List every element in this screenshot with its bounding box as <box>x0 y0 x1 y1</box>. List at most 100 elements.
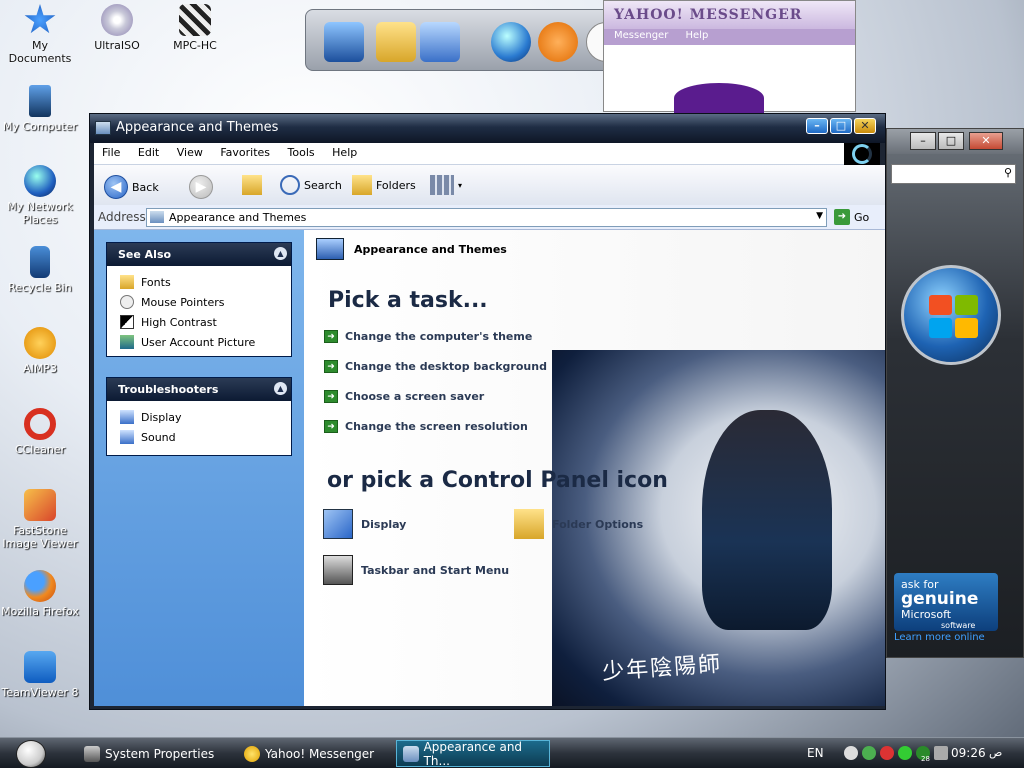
desktop-icon-firefox[interactable]: Mozilla Firefox <box>0 570 80 618</box>
up-folder-button[interactable] <box>242 175 266 195</box>
desktop-icon-label: UltraISO <box>94 39 140 52</box>
taskbar: System Properties Yahoo! Messenger Appea… <box>0 737 1024 768</box>
search-button[interactable]: Search <box>280 175 342 195</box>
see-also-item-label: Fonts <box>141 275 171 289</box>
language-indicator[interactable]: EN <box>807 746 824 760</box>
desktop-icon-my-computer[interactable]: My Computer <box>0 85 80 133</box>
update-tray-icon[interactable] <box>898 746 912 760</box>
learn-more-link[interactable]: Learn more online <box>894 632 985 643</box>
shield-tray-icon[interactable] <box>880 746 894 760</box>
genuine-microsoft-badge[interactable]: ask for genuine Microsoft software <box>894 573 998 631</box>
cp-icon-folder-options[interactable]: Folder Options <box>514 509 643 539</box>
desktop-icon-recycle-bin[interactable]: Recycle Bin <box>0 246 80 294</box>
window-titlebar[interactable]: Appearance and Themes – □ ✕ <box>90 114 885 143</box>
anime-figure-image <box>702 410 832 630</box>
menu-view[interactable]: View <box>177 146 203 159</box>
desktop-icon-label: Mozilla Firefox <box>1 605 79 618</box>
teamviewer-icon <box>24 651 56 683</box>
desktop-icon-label: FastStone Image Viewer <box>2 524 78 550</box>
address-bar: Address Appearance and Themes ▼ ➜ Go <box>94 205 885 230</box>
desktop-icon-faststone[interactable]: FastStone Image Viewer <box>0 489 80 550</box>
cp-icon-label: Folder Options <box>552 517 644 531</box>
minimize-button[interactable]: – <box>806 118 828 134</box>
monitor-icon[interactable] <box>324 22 364 62</box>
menu-help[interactable]: Help <box>332 146 357 159</box>
genuine-line3: Microsoft <box>901 608 952 621</box>
see-also-item-label: High Contrast <box>141 315 217 329</box>
folders-button[interactable]: Folders <box>352 175 416 195</box>
desktop-icon-my-documents[interactable]: My Documents <box>0 4 80 65</box>
close-button[interactable]: ✕ <box>969 132 1003 150</box>
yahoo-title: YAHOO! MESSENGER <box>604 1 855 29</box>
taskbar-yahoo-messenger[interactable]: Yahoo! Messenger <box>238 740 388 767</box>
menu-favorites[interactable]: Favorites <box>220 146 270 159</box>
go-label: Go <box>854 210 870 224</box>
yahoo-messenger-window[interactable]: YAHOO! MESSENGER Messenger Help <box>603 0 856 113</box>
faststone-icon <box>24 489 56 521</box>
start-button[interactable] <box>16 740 46 768</box>
back-button[interactable]: ◀ Back <box>104 175 159 199</box>
background-window[interactable]: – □ ✕ ⚲ ask for genuine Microsoft softwa… <box>886 128 1024 658</box>
high-contrast-icon <box>120 315 134 329</box>
troubleshooters-title: Troubleshooters <box>118 383 219 396</box>
menu-tools[interactable]: Tools <box>288 146 315 159</box>
taskbar-item-label: System Properties <box>105 746 215 761</box>
forward-button[interactable]: ▶ <box>189 175 217 199</box>
task-screen-resolution[interactable]: ➜ Change the screen resolution <box>324 420 528 433</box>
collapse-icon[interactable]: ▲ <box>274 247 287 260</box>
desktop-icon-label: MPC-HC <box>173 39 217 52</box>
clock[interactable]: 09:26 <box>951 746 986 760</box>
task-change-theme[interactable]: ➜ Change the computer's theme <box>324 330 532 343</box>
search-input[interactable]: ⚲ <box>891 164 1016 184</box>
desktop-icon-teamviewer[interactable]: TeamViewer 8 <box>0 651 80 699</box>
globe-icon[interactable] <box>491 22 531 62</box>
go-button[interactable]: ➜ Go <box>834 209 869 225</box>
desktop-icon-network[interactable]: My Network Places <box>0 165 80 226</box>
see-also-fonts[interactable]: Fonts <box>107 272 291 292</box>
see-also-user-picture[interactable]: User Account Picture <box>107 332 291 352</box>
arrow-right-icon: ➜ <box>324 330 338 343</box>
collapse-icon[interactable]: ▲ <box>274 382 287 395</box>
address-value: Appearance and Themes <box>169 211 307 224</box>
mouse-icon <box>120 295 134 309</box>
taskbar-appearance-themes[interactable]: Appearance and Th... <box>396 740 550 768</box>
desktop-icon-label: AIMP3 <box>23 362 57 375</box>
desktop-icon-ultraiso[interactable]: UltraISO <box>77 4 157 52</box>
close-button[interactable]: ✕ <box>854 118 876 134</box>
maximize-button[interactable]: □ <box>938 132 964 150</box>
see-also-mouse-pointers[interactable]: Mouse Pointers <box>107 292 291 312</box>
control-panel-icon[interactable] <box>420 22 460 62</box>
troubleshooter-display[interactable]: Display <box>107 407 291 427</box>
views-button[interactable]: ▾ <box>430 175 462 195</box>
volume-tray-icon[interactable] <box>934 746 948 760</box>
windows-logo-icon <box>901 265 1001 365</box>
appearance-themes-window[interactable]: Appearance and Themes – □ ✕ File Edit Vi… <box>89 113 886 710</box>
media-player-icon[interactable] <box>538 22 578 62</box>
task-label: Change the screen resolution <box>345 420 528 433</box>
task-screen-saver[interactable]: ➜ Choose a screen saver <box>324 390 484 403</box>
chevron-down-icon[interactable]: ▼ <box>816 211 823 221</box>
cp-icon-taskbar-start-menu[interactable]: Taskbar and Start Menu <box>323 555 509 585</box>
troubleshooter-item-label: Sound <box>141 430 176 444</box>
desktop-icon-aimp3[interactable]: AIMP3 <box>0 327 80 375</box>
minimize-button[interactable]: – <box>910 132 936 150</box>
task-change-background[interactable]: ➜ Change the desktop background <box>324 360 547 373</box>
troubleshooter-sound[interactable]: Sound <box>107 427 291 447</box>
see-also-header[interactable]: See Also ▲ <box>107 243 291 266</box>
yahoo-menu-help[interactable]: Help <box>686 30 709 41</box>
menu-file[interactable]: File <box>102 146 120 159</box>
folder-icon[interactable] <box>376 22 416 62</box>
cp-icon-display[interactable]: Display <box>323 509 406 539</box>
desktop-icon-mpc-hc[interactable]: MPC-HC <box>155 4 235 52</box>
network-tray-icon[interactable] <box>862 746 876 760</box>
taskbar-system-properties[interactable]: System Properties <box>78 740 228 767</box>
dock-bar <box>305 9 626 71</box>
maximize-button[interactable]: □ <box>830 118 852 134</box>
smiley-tray-icon[interactable] <box>844 746 858 760</box>
desktop-icon-ccleaner[interactable]: CCleaner <box>0 408 80 456</box>
troubleshooters-header[interactable]: Troubleshooters ▲ <box>107 378 291 401</box>
address-input[interactable]: Appearance and Themes ▼ <box>146 208 827 227</box>
menu-edit[interactable]: Edit <box>138 146 159 159</box>
yahoo-menu-messenger[interactable]: Messenger <box>614 30 668 41</box>
see-also-high-contrast[interactable]: High Contrast <box>107 312 291 332</box>
